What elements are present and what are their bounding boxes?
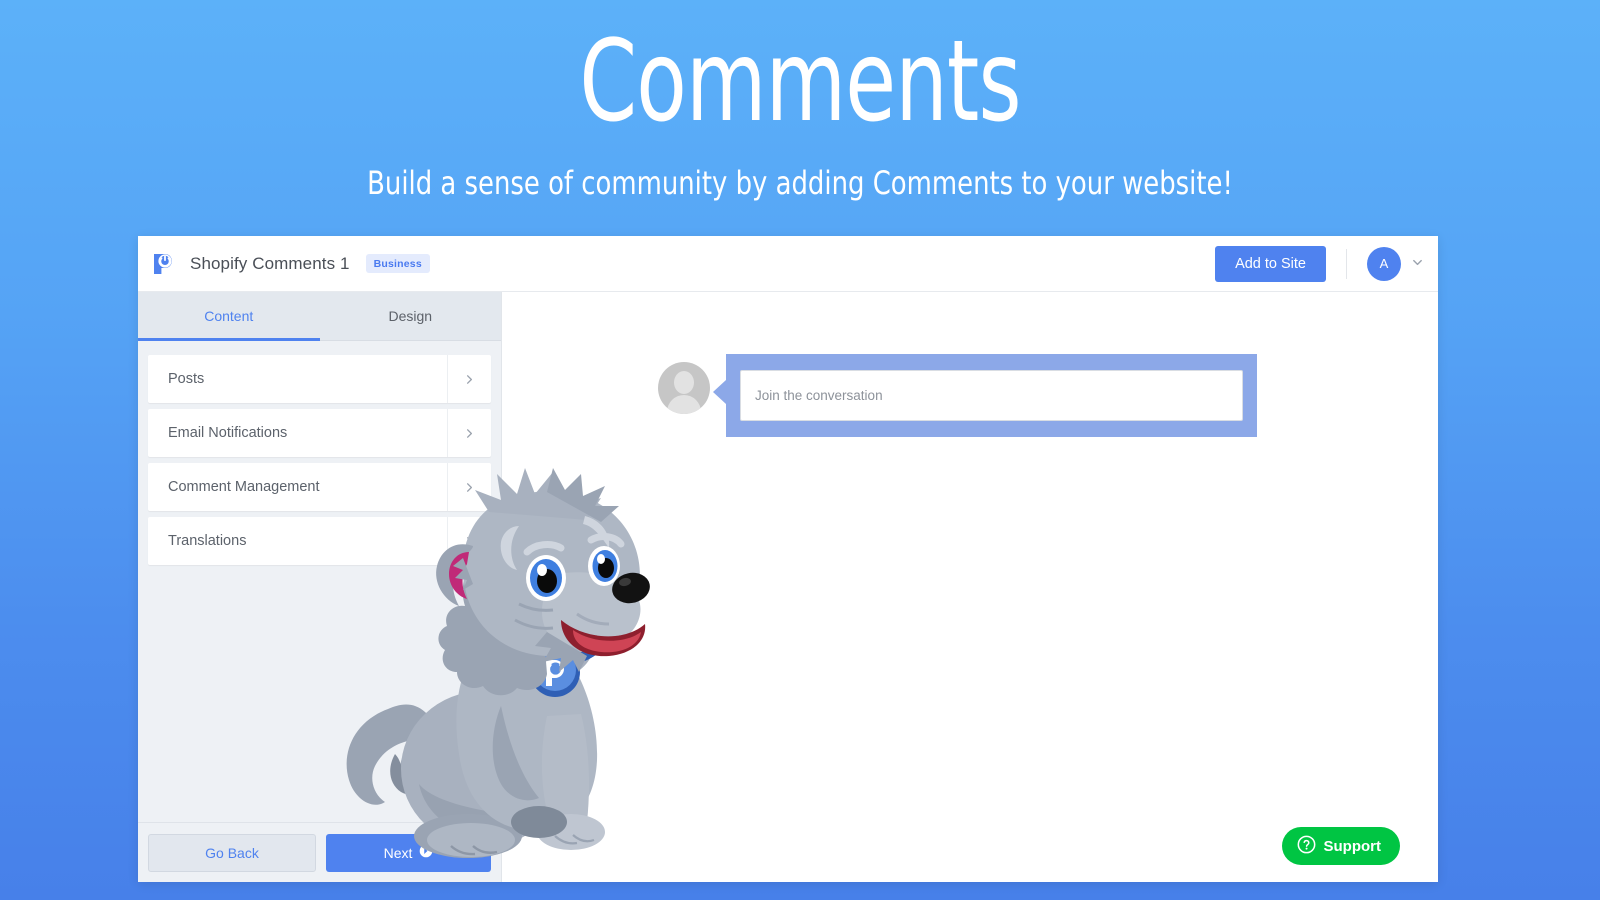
header-actions: Add to Site A [1215, 245, 1424, 282]
page-title: Comments [579, 17, 1021, 147]
sidebar-item-label: Translations [168, 533, 247, 549]
app-body: Content Design Posts Email Notifications [138, 292, 1438, 882]
chevron-right-icon [447, 409, 491, 457]
page-subtitle: Build a sense of community by adding Com… [367, 164, 1233, 202]
avatar[interactable]: A [1367, 246, 1401, 281]
hero-section: Comments Build a sense of community by a… [0, 0, 1600, 202]
chevron-down-icon[interactable] [1411, 256, 1424, 271]
comment-input-placeholder: Join the conversation [755, 388, 883, 403]
next-button-label: Next [383, 844, 413, 861]
sidebar-item-label: Comment Management [168, 479, 320, 495]
settings-menu-list: Posts Email Notifications Comment Manage… [138, 341, 501, 822]
app-title: Shopify Comments 1 [190, 253, 350, 273]
go-back-button[interactable]: Go Back [148, 833, 316, 872]
sidebar-item-email-notifications[interactable]: Email Notifications [148, 409, 491, 457]
app-header: Shopify Comments 1 Business Add to Site … [138, 236, 1438, 292]
support-button-label: Support [1323, 837, 1382, 855]
sidebar-item-posts[interactable]: Posts [148, 355, 491, 403]
next-button[interactable]: Next [326, 833, 491, 872]
app-window: Shopify Comments 1 Business Add to Site … [138, 236, 1438, 882]
sidebar-item-label: Email Notifications [168, 425, 288, 441]
tab-bar: Content Design [138, 292, 501, 341]
sidebar-item-translations[interactable]: Translations [148, 517, 491, 565]
plan-badge: Business [365, 254, 430, 273]
add-to-site-button[interactable]: Add to Site [1215, 245, 1326, 282]
powr-logo-icon [150, 251, 176, 277]
chevron-right-icon [447, 463, 491, 511]
sidebar-item-comment-management[interactable]: Comment Management [148, 463, 491, 511]
comment-composer: Join the conversation [658, 354, 1257, 437]
widget-preview: Join the conversation Support [502, 292, 1438, 882]
question-circle-icon [1297, 835, 1316, 858]
chevron-right-icon [447, 355, 491, 403]
default-user-avatar-icon [658, 362, 710, 414]
settings-sidebar: Content Design Posts Email Notifications [138, 292, 502, 882]
tab-content[interactable]: Content [138, 292, 320, 341]
composer-selection-highlight: Join the conversation [713, 354, 1257, 437]
arrow-right-circle-icon [419, 844, 433, 861]
sidebar-item-label: Posts [168, 371, 205, 387]
comment-input[interactable]: Join the conversation [740, 370, 1243, 421]
chevron-right-icon [447, 517, 491, 565]
support-button[interactable]: Support [1281, 827, 1400, 865]
tab-design[interactable]: Design [320, 292, 502, 340]
header-divider [1346, 248, 1347, 279]
sidebar-footer: Go Back Next [138, 822, 501, 882]
